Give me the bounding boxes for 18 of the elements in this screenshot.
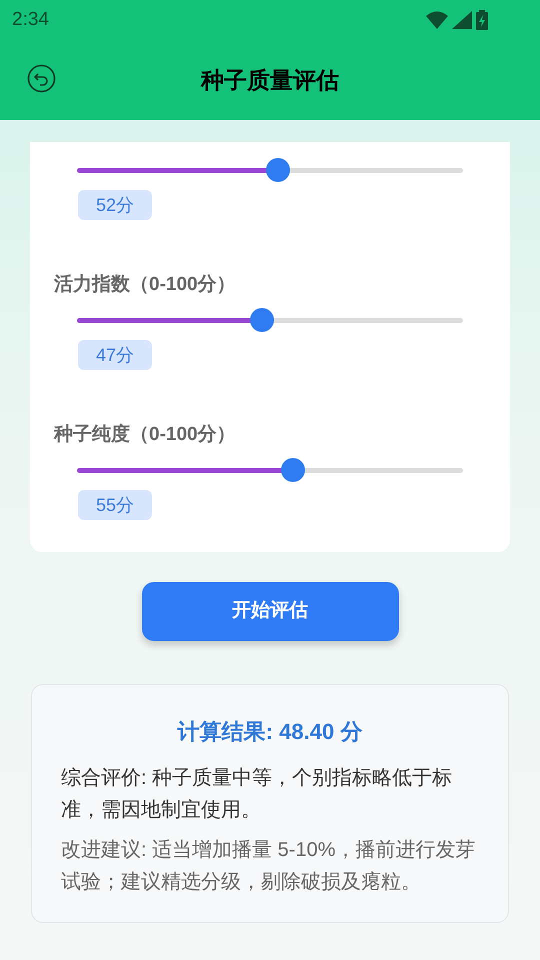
status-time: 2:34 xyxy=(12,8,49,32)
slider-label: 活力指数（0-100分） xyxy=(54,273,237,297)
signal-icon xyxy=(452,11,472,29)
page-title: 种子质量评估 xyxy=(201,66,339,95)
value-chip: 52分 xyxy=(78,190,152,220)
slider-label: 种子纯度（0-100分） xyxy=(54,422,237,447)
result-title: 计算结果: 48.40 分 xyxy=(176,718,364,746)
suggestion-text: 改进建议: 适当增加播量 5-10%，播前进行发芽试验；建议精选分级，剔除破损及瘪粒。 xyxy=(61,838,476,895)
slider-thumb[interactable] xyxy=(281,458,306,482)
start-button[interactable]: 开始评估 xyxy=(142,582,398,641)
slider-thumb[interactable] xyxy=(266,158,290,182)
evaluation-text: 综合评价: 种子质量中等，个别指标略低于标准，需因地制宜使用。 xyxy=(61,766,454,823)
value-chip: 55分 xyxy=(78,490,152,520)
back-button[interactable] xyxy=(27,64,56,93)
value-chip: 47分 xyxy=(78,340,152,370)
wifi-icon xyxy=(426,11,448,29)
battery-icon xyxy=(476,10,488,30)
slider-thumb[interactable] xyxy=(250,308,274,332)
